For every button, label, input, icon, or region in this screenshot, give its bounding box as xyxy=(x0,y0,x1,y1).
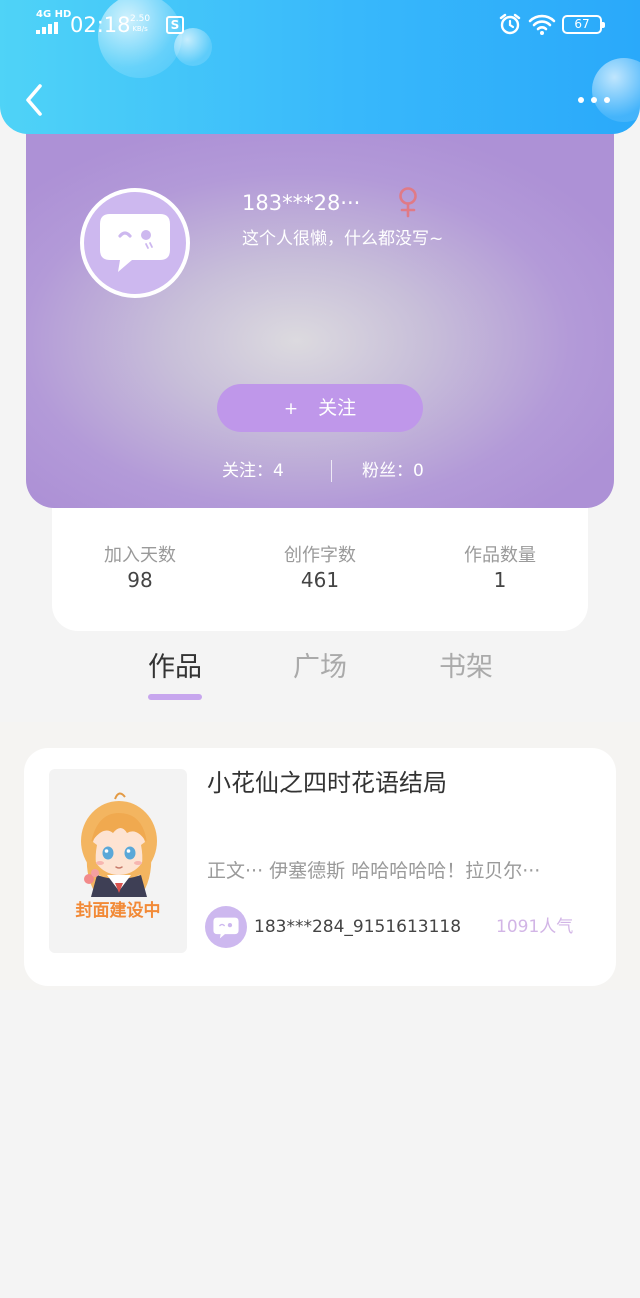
book-cover[interactable]: 封面建设中 xyxy=(49,769,187,953)
stat-value: 1 xyxy=(435,568,565,592)
net-speed: 2.50 KB/s xyxy=(130,14,150,34)
more-icon[interactable] xyxy=(574,92,614,108)
tab-label: 广场 xyxy=(285,650,355,686)
work-card[interactable]: 封面建设中 小花仙之四时花语结局 正文··· 伊塞德斯 哈哈哈哈哈！拉贝尔···… xyxy=(24,748,616,986)
decor-bubble xyxy=(592,58,640,122)
following-count[interactable]: 关注：4 xyxy=(222,460,284,482)
alarm-icon xyxy=(498,12,522,36)
work-title: 小花仙之四时花语结局 xyxy=(207,768,447,798)
stat-join-days: 加入天数 98 xyxy=(75,544,205,592)
net-speed-unit: KB/s xyxy=(130,24,150,34)
follow-button[interactable]: + 关注 xyxy=(217,384,423,432)
username: 183***28··· xyxy=(242,190,360,216)
clock: 02:18 xyxy=(70,12,131,38)
stat-works-count: 作品数量 1 xyxy=(435,544,565,592)
network-type: 4G HD xyxy=(36,10,71,20)
chat-bubble-icon xyxy=(212,915,240,941)
cover-label: 封面建设中 xyxy=(49,900,187,922)
plus-icon: + xyxy=(284,399,298,419)
popularity-count: 1091人气 xyxy=(496,916,573,938)
anime-girl-cover-illustration xyxy=(49,769,187,953)
tab-label: 书架 xyxy=(431,650,501,686)
wifi-icon xyxy=(528,12,556,36)
profile-card: 183***28··· 这个人很懒，什么都没写~ + 关注 关注：4 粉丝：0 xyxy=(26,110,614,508)
female-icon xyxy=(396,186,420,218)
signal-icon xyxy=(36,22,62,34)
tab-underline xyxy=(148,694,202,700)
chat-bubble-avatar-icon xyxy=(96,208,174,278)
author-name: 183***284_9151613118 xyxy=(254,916,461,938)
tab-works[interactable]: 作品 xyxy=(140,650,210,700)
tab-bookshelf[interactable]: 书架 xyxy=(431,650,501,700)
top-header: 4G HD 02:18 2.50 KB/s S 67 xyxy=(0,0,640,134)
stat-label: 作品数量 xyxy=(435,544,565,568)
divider xyxy=(331,460,332,482)
tab-underline xyxy=(293,694,347,700)
stat-word-count: 创作字数 461 xyxy=(255,544,385,592)
stat-value: 98 xyxy=(75,568,205,592)
status-bar: 4G HD 02:18 2.50 KB/s S 67 xyxy=(0,0,640,50)
author-avatar xyxy=(205,906,247,948)
stat-label: 加入天数 xyxy=(75,544,205,568)
back-icon[interactable] xyxy=(22,82,48,118)
work-excerpt: 正文··· 伊塞德斯 哈哈哈哈哈！拉贝尔··· xyxy=(207,858,587,884)
avatar[interactable] xyxy=(80,188,190,298)
battery-indicator: 67 xyxy=(562,15,602,34)
app-notification-icon: S xyxy=(166,16,184,34)
net-speed-value: 2.50 xyxy=(130,14,150,24)
tab-underline xyxy=(439,694,493,700)
stat-value: 461 xyxy=(255,568,385,592)
stat-label: 创作字数 xyxy=(255,544,385,568)
tab-square[interactable]: 广场 xyxy=(285,650,355,700)
tab-label: 作品 xyxy=(140,650,210,686)
user-bio: 这个人很懒，什么都没写~ xyxy=(242,228,443,250)
follow-button-label: 关注 xyxy=(318,397,356,419)
fans-count[interactable]: 粉丝：0 xyxy=(362,460,424,482)
